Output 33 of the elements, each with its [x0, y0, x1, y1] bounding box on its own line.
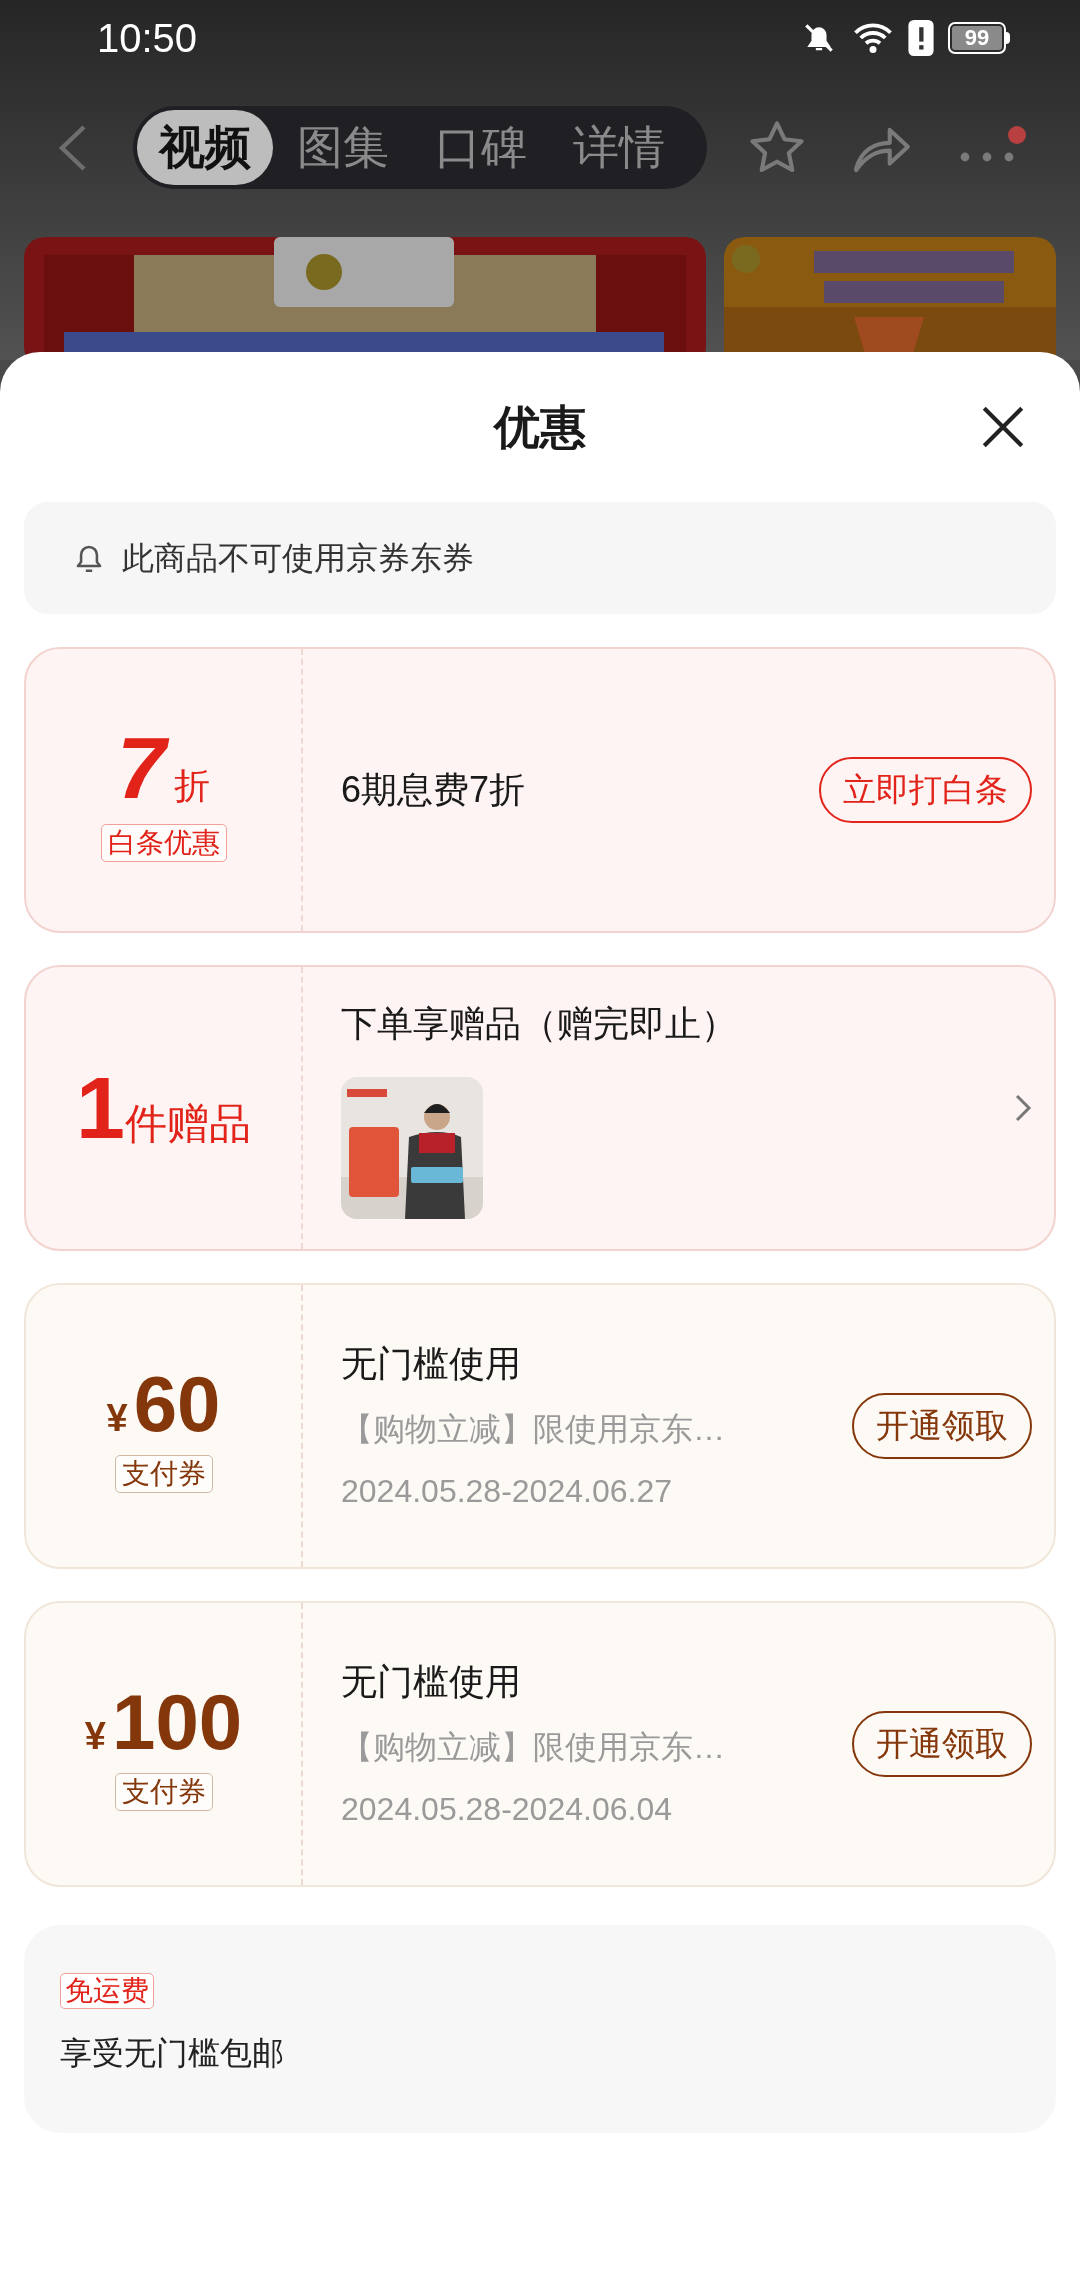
claim-button[interactable]: 开通领取	[852, 1711, 1032, 1777]
gift-count: 1	[76, 1058, 125, 1158]
coupon-description: 【购物立减】限使用京东…	[341, 1728, 726, 1767]
free-shipping-tag: 免运费	[60, 1973, 154, 2009]
tab[interactable]: 图集	[275, 110, 411, 185]
offer-title: 下单享赠品（赠完即止）	[341, 1002, 738, 1046]
coupon-amount: 60	[133, 1359, 221, 1449]
battery-level: 99	[964, 26, 990, 49]
tab[interactable]: 口碑	[413, 110, 549, 185]
currency-sign: ¥	[106, 1396, 128, 1441]
coupon-type-tag: 支付券	[114, 1455, 213, 1493]
coupon-type-tag: 支付券	[114, 1773, 213, 1811]
notice-text: 此商品不可使用京券东券	[122, 539, 474, 578]
discount-unit: 折	[173, 764, 210, 808]
shipping-text: 享受无门槛包邮	[60, 2034, 284, 2073]
claim-button[interactable]: 开通领取	[852, 1393, 1032, 1459]
status-time: 10:50	[97, 14, 198, 62]
chevron-right-icon[interactable]	[1014, 1093, 1032, 1123]
offer-title: 无门槛使用	[341, 1342, 522, 1386]
tab[interactable]: 视频	[137, 110, 273, 185]
validity-period: 2024.05.28-2024.06.27	[341, 1472, 673, 1511]
sheet-title: 优惠	[494, 399, 586, 455]
offer-title: 无门槛使用	[341, 1660, 522, 1704]
gift-unit: 件赠品	[124, 1100, 251, 1149]
tab[interactable]: 详情	[551, 110, 687, 185]
offer-title: 6期息费7折	[341, 768, 527, 812]
coupon-amount: 100	[112, 1677, 243, 1767]
alert-icon	[908, 19, 934, 56]
apply-button[interactable]: 立即打白条	[819, 757, 1032, 823]
currency-sign: ¥	[84, 1714, 106, 1759]
offer-tag: 白条优惠	[100, 824, 227, 862]
coupon-description: 【购物立减】限使用京东…	[341, 1410, 726, 1449]
validity-period: 2024.05.28-2024.06.04	[341, 1790, 673, 1829]
